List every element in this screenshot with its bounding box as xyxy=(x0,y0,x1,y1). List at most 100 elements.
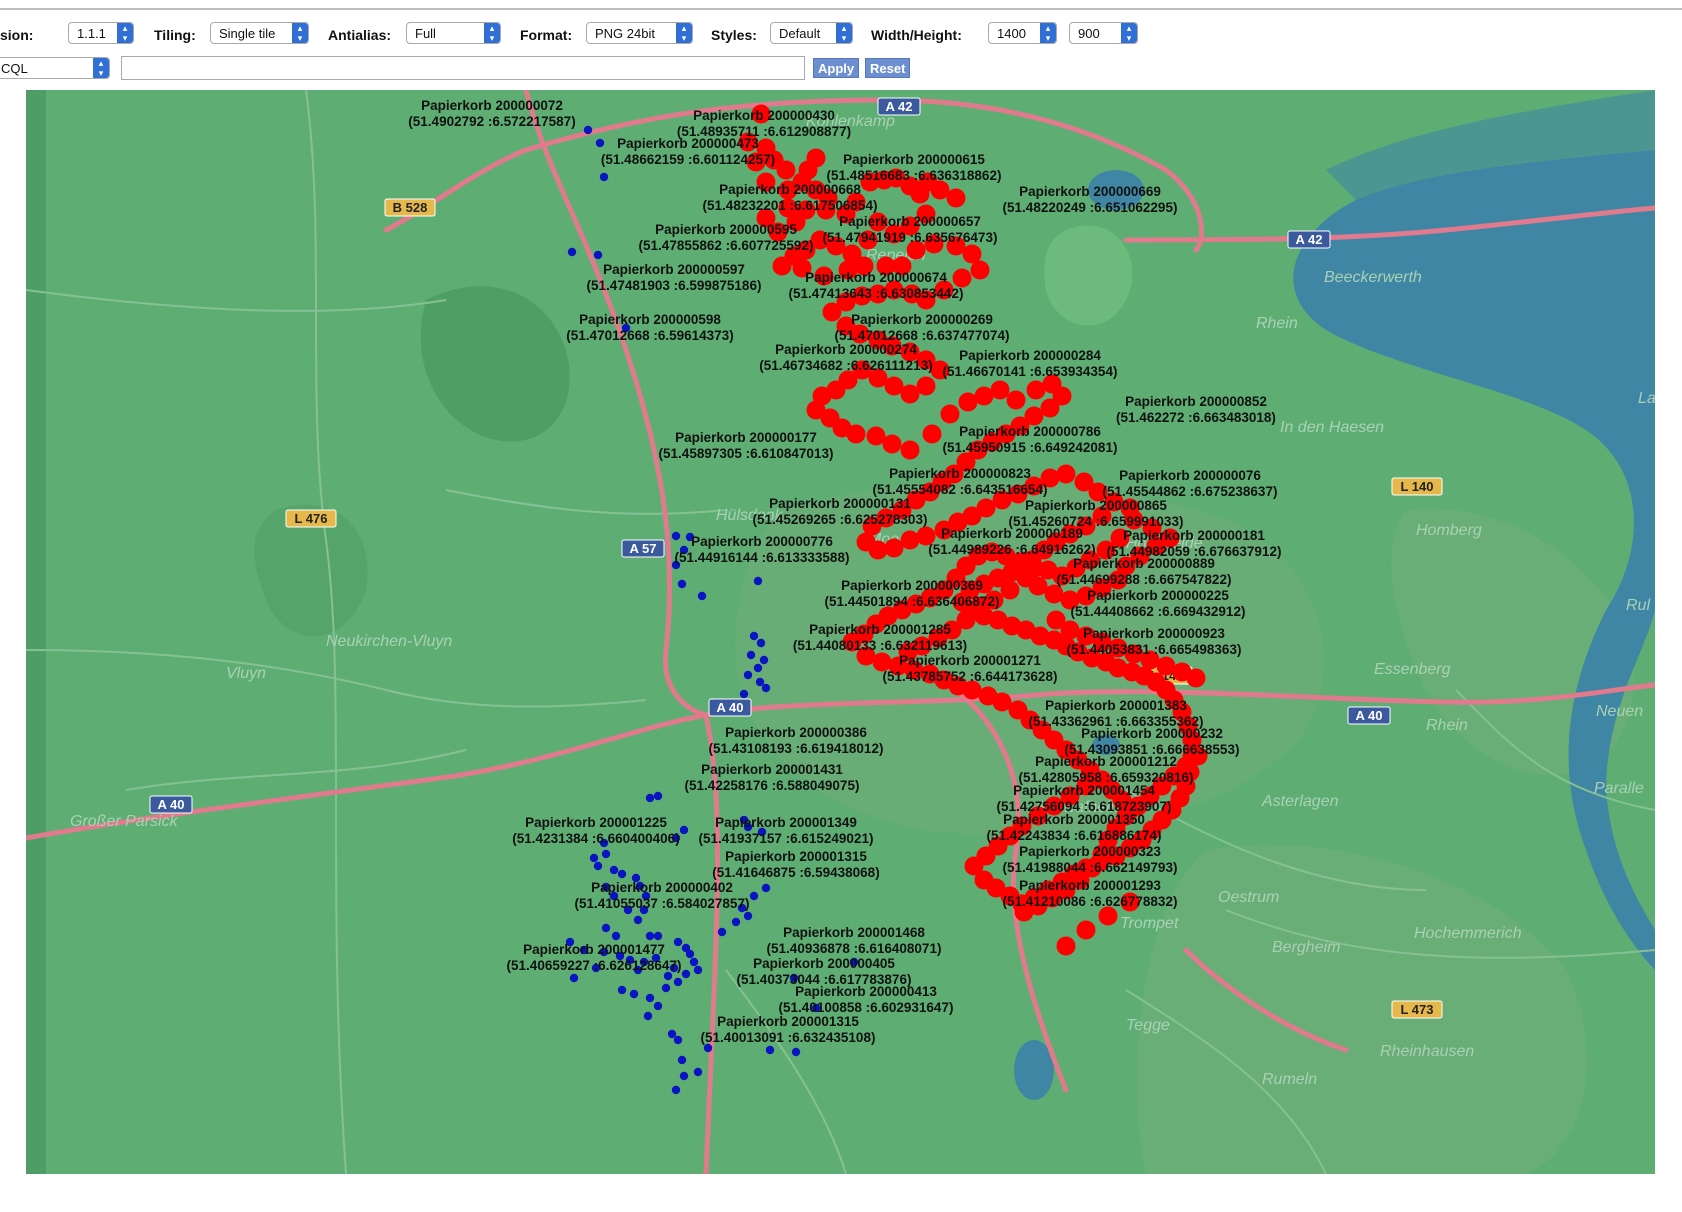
blue-map-point[interactable] xyxy=(671,531,681,541)
red-map-point[interactable] xyxy=(846,424,866,444)
blue-map-point[interactable] xyxy=(717,927,727,937)
format-select[interactable]: PNG 24bit ▴ ▾ xyxy=(586,22,693,44)
red-map-point[interactable] xyxy=(1056,936,1076,956)
red-map-point[interactable] xyxy=(822,302,842,322)
blue-map-point[interactable] xyxy=(601,849,611,859)
blue-map-point[interactable] xyxy=(765,1045,775,1055)
blue-map-point[interactable] xyxy=(601,923,611,933)
red-map-point[interactable] xyxy=(900,440,920,460)
blue-map-point[interactable] xyxy=(761,883,771,893)
red-map-point[interactable] xyxy=(1000,580,1020,600)
blue-map-point[interactable] xyxy=(791,1047,801,1057)
blue-map-point[interactable] xyxy=(679,825,689,835)
blue-map-point[interactable] xyxy=(677,579,687,589)
blue-map-point[interactable] xyxy=(661,983,671,993)
width-select[interactable]: 1400 ▴ ▾ xyxy=(988,22,1057,44)
blue-map-point[interactable] xyxy=(731,917,741,927)
blue-map-point[interactable] xyxy=(739,689,749,699)
version-select[interactable]: 1.1.1 ▴ ▾ xyxy=(68,22,134,44)
red-map-point[interactable] xyxy=(952,268,972,288)
blue-map-point[interactable] xyxy=(617,985,627,995)
blue-map-point[interactable] xyxy=(667,1029,677,1039)
blue-map-point[interactable] xyxy=(583,125,593,135)
blue-map-point[interactable] xyxy=(567,247,577,257)
blue-map-point[interactable] xyxy=(677,1055,687,1065)
reset-button[interactable]: Reset xyxy=(865,58,911,78)
blue-map-point[interactable] xyxy=(673,1035,683,1045)
red-map-point[interactable] xyxy=(776,160,796,180)
blue-map-point[interactable] xyxy=(697,591,707,601)
blue-map-point[interactable] xyxy=(753,663,763,673)
point-label-name: Papierkorb 200000284 xyxy=(959,348,1101,363)
styles-select[interactable]: Default ▴ ▾ xyxy=(770,22,853,44)
filter-type-select[interactable]: CQL ▴ ▾ xyxy=(0,57,110,79)
blue-map-point[interactable] xyxy=(599,172,609,182)
red-map-point[interactable] xyxy=(806,148,826,168)
blue-map-point[interactable] xyxy=(755,677,765,687)
red-map-point[interactable] xyxy=(1076,920,1096,940)
blue-map-point[interactable] xyxy=(749,891,759,901)
red-map-point[interactable] xyxy=(922,424,942,444)
blue-map-point[interactable] xyxy=(593,861,603,871)
red-map-point[interactable] xyxy=(970,260,990,280)
blue-map-point[interactable] xyxy=(689,957,699,967)
blue-map-point[interactable] xyxy=(629,989,639,999)
blue-map-point[interactable] xyxy=(761,683,771,693)
blue-map-point[interactable] xyxy=(645,993,655,1003)
red-map-point[interactable] xyxy=(868,540,888,560)
red-map-point[interactable] xyxy=(1056,464,1076,484)
blue-map-point[interactable] xyxy=(743,911,753,921)
red-map-point[interactable] xyxy=(990,380,1010,400)
blue-map-point[interactable] xyxy=(743,670,753,680)
red-map-point[interactable] xyxy=(946,188,966,208)
red-map-point[interactable] xyxy=(1098,906,1118,926)
height-select[interactable]: 900 ▴ ▾ xyxy=(1069,22,1138,44)
blue-map-point[interactable] xyxy=(753,576,763,586)
blue-map-point[interactable] xyxy=(759,655,769,665)
blue-map-point[interactable] xyxy=(693,965,703,975)
blue-map-point[interactable] xyxy=(595,138,605,148)
blue-map-point[interactable] xyxy=(633,915,643,925)
blue-map-point[interactable] xyxy=(679,1071,689,1081)
map-view[interactable]: A 42 A 42 B 528 L 476 A 57 A 40 A 40 A 40 L 140 L… xyxy=(26,90,1655,1174)
blue-map-point[interactable] xyxy=(645,793,655,803)
blue-map-point[interactable] xyxy=(617,869,627,879)
filter-type-value: CQL xyxy=(1,61,28,76)
red-map-point[interactable] xyxy=(1186,668,1206,688)
blue-map-point[interactable] xyxy=(673,977,683,987)
red-map-point[interactable] xyxy=(772,256,792,276)
blue-map-point[interactable] xyxy=(609,865,619,875)
blue-map-point[interactable] xyxy=(589,853,599,863)
map-canvas[interactable]: A 42 A 42 B 528 L 476 A 57 A 40 A 40 A 40 L 140 L… xyxy=(26,90,1655,1174)
blue-map-point[interactable] xyxy=(645,931,655,941)
blue-map-point[interactable] xyxy=(643,1011,653,1021)
blue-map-point[interactable] xyxy=(653,1001,663,1011)
blue-map-point[interactable] xyxy=(653,931,663,941)
red-map-point[interactable] xyxy=(940,404,960,424)
point-label: Papierkorb 200000274(51.46734682 :6.6261… xyxy=(759,342,932,373)
blue-map-point[interactable] xyxy=(746,650,756,660)
blue-map-point[interactable] xyxy=(703,1043,713,1053)
antialias-select[interactable]: Full ▴ ▾ xyxy=(406,22,501,44)
tiling-select[interactable]: Single tile ▴ ▾ xyxy=(210,22,309,44)
red-map-point[interactable] xyxy=(1006,390,1026,410)
blue-map-point[interactable] xyxy=(693,1067,703,1077)
blue-map-point[interactable] xyxy=(681,969,691,979)
blue-map-point[interactable] xyxy=(685,949,695,959)
blue-map-point[interactable] xyxy=(663,971,673,981)
blue-map-point[interactable] xyxy=(673,937,683,947)
red-map-point[interactable] xyxy=(900,530,920,550)
blue-map-point[interactable] xyxy=(593,250,603,260)
blue-map-point[interactable] xyxy=(756,638,766,648)
blue-map-point[interactable] xyxy=(671,1085,681,1095)
red-map-point[interactable] xyxy=(882,434,902,454)
road-shield: L 476 xyxy=(285,509,337,528)
blue-map-point[interactable] xyxy=(749,631,759,641)
filter-input[interactable] xyxy=(121,56,805,80)
apply-button[interactable]: Apply xyxy=(813,58,860,78)
blue-map-point[interactable] xyxy=(569,973,579,983)
blue-map-point[interactable] xyxy=(653,791,663,801)
red-map-point[interactable] xyxy=(1016,558,1036,578)
blue-map-point[interactable] xyxy=(611,931,621,941)
place-name: Rhein xyxy=(1426,717,1468,734)
